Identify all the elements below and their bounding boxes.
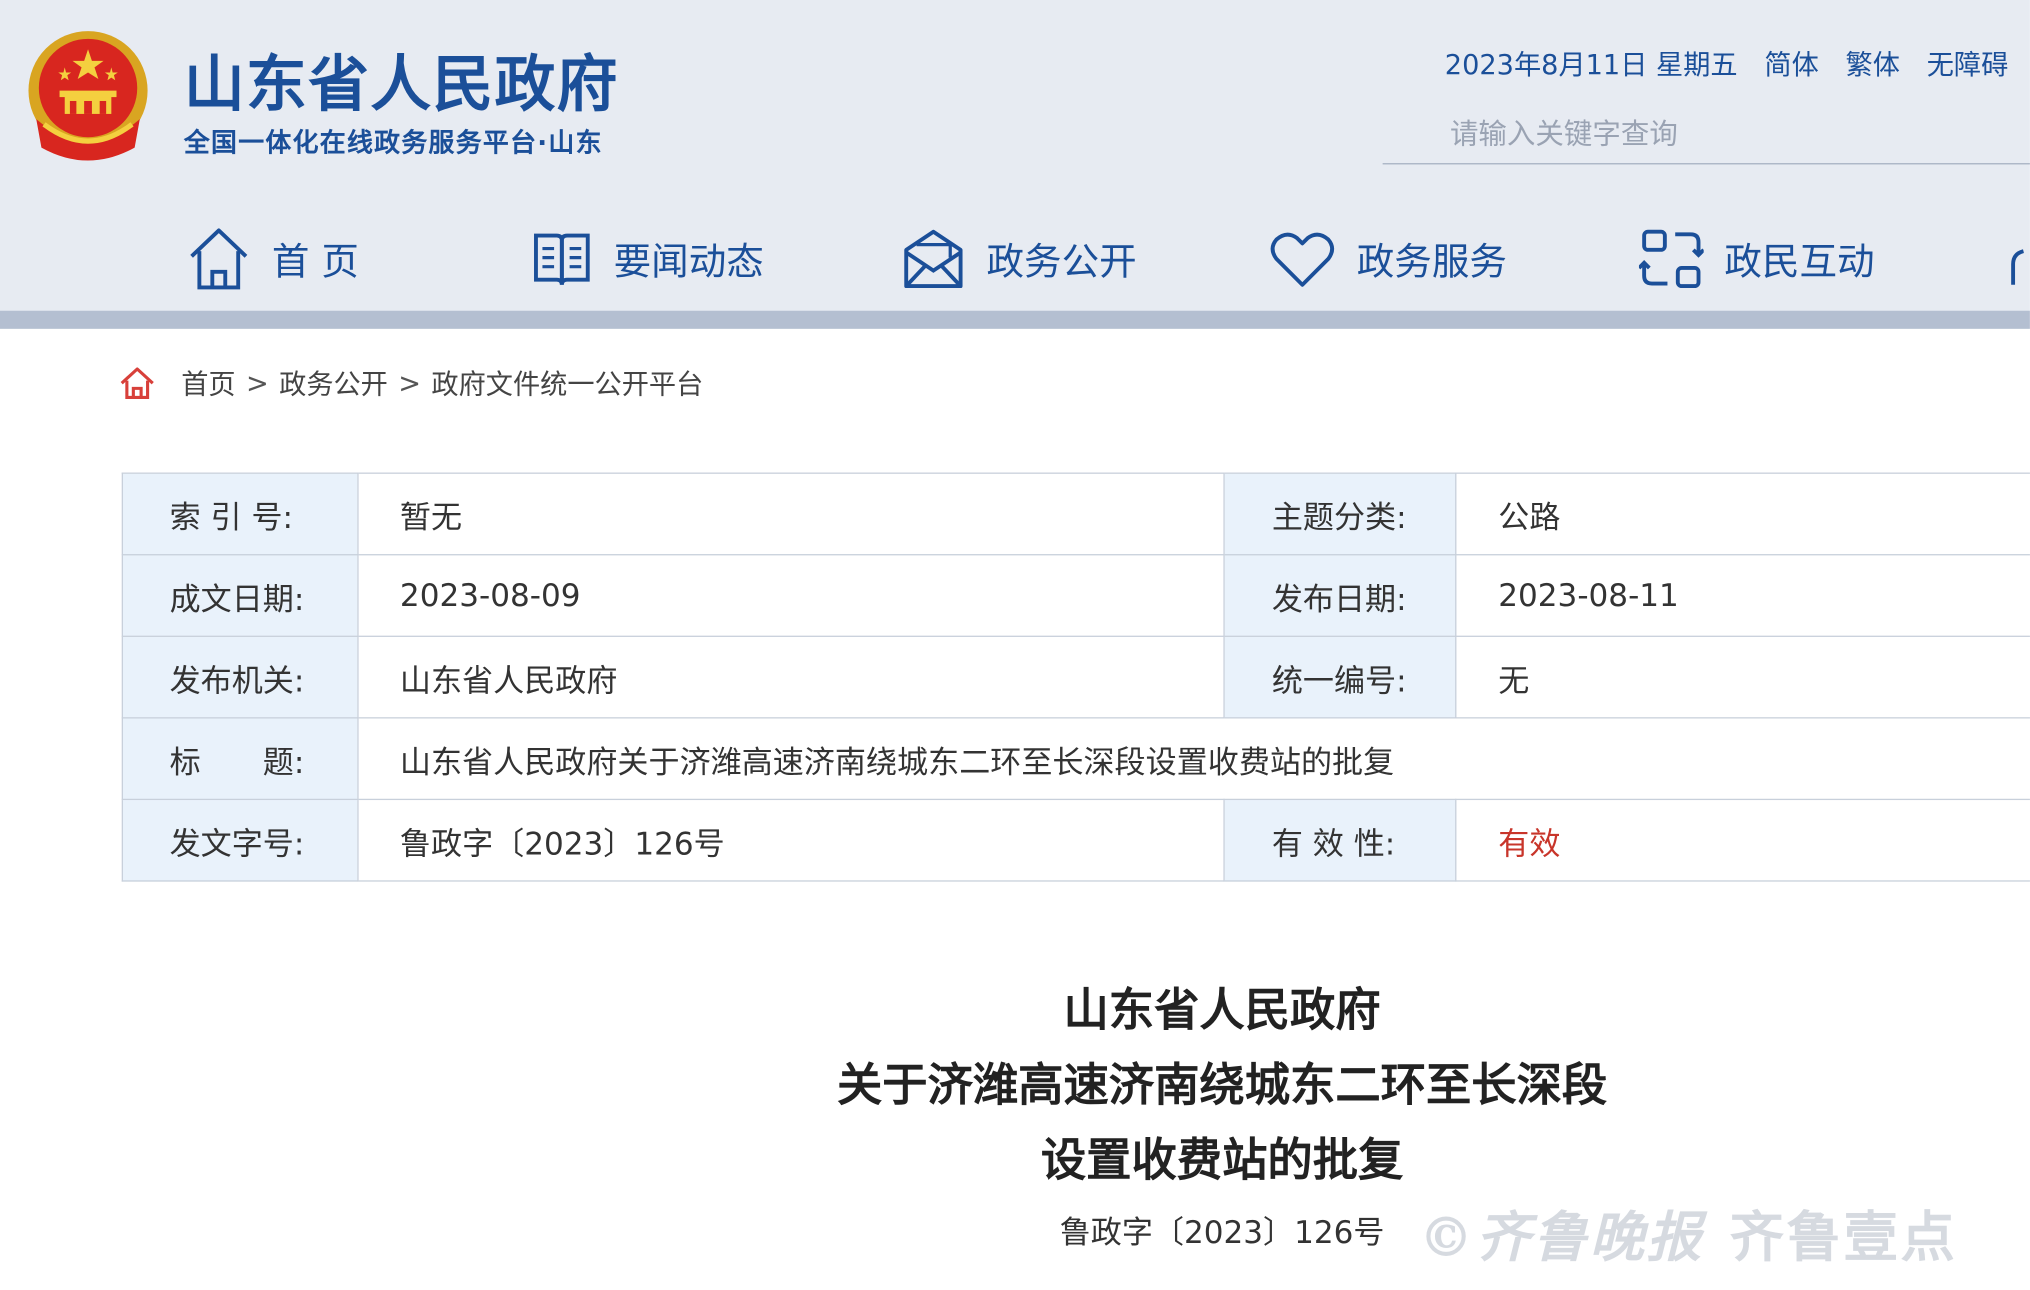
breadcrumb-file-platform[interactable]: 政府文件统一公开平台 [431, 364, 703, 403]
document-info-table: 索 引 号: 暂无 主题分类: 公路 成文日期: 2023-08-09 发布日期… [121, 472, 2030, 882]
document-title-line-3: 设置收费站的批复 [1040, 1135, 1404, 1188]
accessibility-link[interactable]: 无障碍 [1927, 49, 2009, 80]
site-title[interactable]: 山东省人民政府 [184, 34, 619, 123]
main-nav: 首 页 要闻动态 政务公开 政务服务 政民互动 [0, 220, 2030, 298]
heart-icon [1270, 232, 1335, 287]
index-value: 暂无 [357, 472, 1226, 556]
site-header: 山东省人民政府 全国一体化在线政务服务平台·山东 2023年8月11日 星期五 … [0, 0, 2030, 311]
top-utility-bar: 2023年8月11日 星期五 简体 繁体 无障碍 [1445, 44, 2027, 83]
breadcrumb-separator: > [245, 367, 269, 399]
nav-item-interaction[interactable]: 政民互动 [1638, 220, 1875, 298]
validity-label: 有 效 性: [1223, 798, 1457, 882]
search-input[interactable] [1447, 108, 2023, 161]
traditional-chinese-link[interactable]: 繁体 [1846, 49, 1900, 80]
table-row: 发布机关: 山东省人民政府 统一编号: 无 [121, 635, 2030, 719]
issuer-value: 山东省人民政府 [357, 635, 1226, 719]
doc-number-value: 鲁政字〔2023〕126号 [357, 798, 1226, 882]
partial-nav-icon [2011, 249, 2025, 285]
nav-item-news[interactable]: 要闻动态 [531, 220, 764, 298]
home-icon [190, 228, 248, 290]
book-icon [534, 233, 590, 285]
search-box [1382, 108, 2030, 165]
document-title-line-1: 山东省人民政府 [1063, 985, 1381, 1037]
page: 山东省人民政府 全国一体化在线政务服务平台·山东 2023年8月11日 星期五 … [0, 0, 2030, 1289]
breadcrumb-separator: > [398, 367, 422, 399]
table-row: 索 引 号: 暂无 主题分类: 公路 [121, 472, 2030, 556]
serial-value: 无 [1455, 635, 2030, 719]
nav-label: 政民互动 [1724, 239, 1875, 284]
title-label: 标 题: [121, 717, 359, 801]
header-divider [0, 310, 2030, 329]
nav-label: 政务服务 [1356, 239, 1507, 284]
written-date-value: 2023-08-09 [357, 554, 1226, 637]
table-row: 标 题: 山东省人民政府关于济潍高速济南绕城东二环至长深段设置收费站的批复 [121, 717, 2030, 801]
document-title-line-2: 关于济潍高速济南绕城东二环至长深段 [836, 1060, 1608, 1113]
nav-item-gov-services[interactable]: 政务服务 [1269, 220, 1507, 298]
nav-label: 政务公开 [986, 239, 1137, 284]
validity-value: 有效 [1455, 798, 2030, 882]
issuer-label: 发布机关: [121, 635, 359, 719]
nav-label: 首 页 [271, 239, 359, 284]
interaction-icon [1638, 229, 1704, 289]
nav-item-gov-affairs-open[interactable]: 政务公开 [901, 220, 1137, 298]
publish-date-value: 2023-08-11 [1455, 554, 2030, 637]
nav-label: 要闻动态 [613, 239, 764, 284]
watermark: ©齐鲁晚报 齐鲁壹点 [1419, 1188, 1958, 1276]
index-label: 索 引 号: [121, 472, 359, 556]
national-emblem-icon [28, 31, 148, 161]
watermark-text: 齐鲁壹点 [1729, 1204, 1958, 1269]
table-row: 成文日期: 2023-08-09 发布日期: 2023-08-11 [121, 554, 2030, 637]
mail-icon [904, 229, 963, 289]
watermark-text: ©齐鲁晚报 [1418, 1204, 1704, 1269]
serial-label: 统一编号: [1223, 635, 1457, 719]
topic-label: 主题分类: [1223, 472, 1457, 556]
topic-value: 公路 [1455, 472, 2030, 556]
current-date: 2023年8月11日 星期五 [1444, 49, 1738, 81]
publish-date-label: 发布日期: [1223, 554, 1457, 637]
nav-item-home[interactable]: 首 页 [186, 220, 359, 298]
home-icon[interactable] [119, 366, 155, 400]
breadcrumb-home[interactable]: 首页 [181, 364, 235, 403]
nav-item-more[interactable] [2009, 220, 2030, 298]
simplified-chinese-link[interactable]: 简体 [1764, 49, 1818, 80]
table-row: 发文字号: 鲁政字〔2023〕126号 有 效 性: 有效 [121, 798, 2030, 882]
breadcrumb-gov-affairs-open[interactable]: 政务公开 [279, 364, 388, 403]
doc-number-label: 发文字号: [121, 798, 359, 882]
title-value: 山东省人民政府关于济潍高速济南绕城东二环至长深段设置收费站的批复 [357, 717, 2030, 801]
breadcrumb: 首页 > 政务公开 > 政府文件统一公开平台 [119, 362, 703, 403]
written-date-label: 成文日期: [121, 554, 359, 637]
site-subtitle: 全国一体化在线政务服务平台·山东 [183, 126, 603, 158]
